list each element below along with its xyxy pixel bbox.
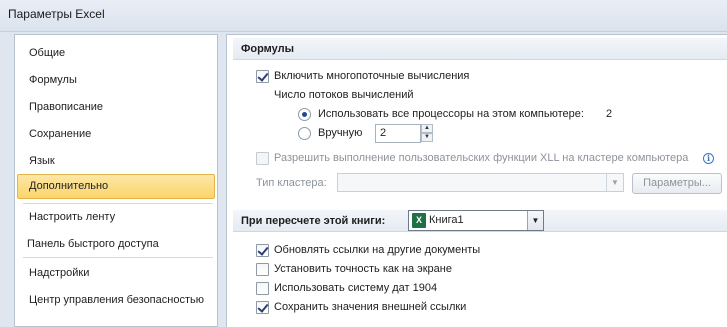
section-header-formulas: Формулы xyxy=(233,38,727,60)
window-title: Параметры Excel xyxy=(8,7,105,21)
sidebar-item-proofing[interactable]: Правописание xyxy=(17,95,215,120)
sidebar-item-label: Центр управления безопасностью xyxy=(29,294,204,306)
sidebar-item-quick-access-toolbar[interactable]: Панель быстрого доступа xyxy=(17,232,215,257)
precision-as-displayed-label: Установить точность как на экране xyxy=(274,263,452,275)
date-1904-label: Использовать систему дат 1904 xyxy=(274,282,438,294)
cluster-type-label: Тип кластера: xyxy=(256,177,327,189)
title-bar: Параметры Excel xyxy=(0,0,727,32)
excel-workbook-icon: X xyxy=(412,213,426,228)
sidebar-item-label: Общие xyxy=(29,47,66,59)
recalc-header-label: При пересчете этой книги: xyxy=(241,215,386,227)
cluster-parameters-button[interactable]: Параметры... xyxy=(632,173,722,194)
workbook-select-value: Книга1 xyxy=(429,214,464,226)
chevron-down-icon: ▼ xyxy=(527,211,543,230)
info-icon[interactable]: i xyxy=(703,153,714,164)
sidebar-item-label: Надстройки xyxy=(29,267,90,279)
sidebar-item-customize-ribbon[interactable]: Настроить ленту xyxy=(17,205,215,230)
sidebar-item-general[interactable]: Общие xyxy=(17,41,215,66)
manual-threads-radio[interactable] xyxy=(298,127,311,140)
manual-threads-label: Вручную xyxy=(318,127,363,139)
multithread-checkbox[interactable] xyxy=(256,70,269,83)
sidebar: Общие Формулы Правописание Сохранение Яз… xyxy=(14,34,218,327)
sidebar-item-trust-center[interactable]: Центр управления безопасностью xyxy=(17,288,215,313)
date-1904-checkbox[interactable] xyxy=(256,282,269,295)
spin-up-button[interactable]: ▲ xyxy=(421,124,433,133)
sidebar-divider xyxy=(23,257,213,258)
sidebar-item-label: Язык xyxy=(29,155,55,167)
use-all-processors-radio[interactable] xyxy=(298,108,311,121)
sidebar-item-label: Сохранение xyxy=(29,128,92,140)
save-external-link-values-label: Сохранить значения внешней ссылки xyxy=(274,301,467,313)
xll-cluster-checkbox[interactable] xyxy=(256,152,269,165)
chevron-down-icon: ▼ xyxy=(606,174,623,191)
sidebar-item-label: Настроить ленту xyxy=(29,211,116,223)
options-content: Формулы Включить многопоточные вычислени… xyxy=(226,34,727,327)
sidebar-item-formulas[interactable]: Формулы xyxy=(17,68,215,93)
sidebar-item-language[interactable]: Язык xyxy=(17,149,215,174)
thread-count-label: Число потоков вычислений xyxy=(274,89,414,101)
update-links-label: Обновлять ссылки на другие документы xyxy=(274,244,481,256)
xll-cluster-label: Разрешить выполнение пользовательских фу… xyxy=(274,152,689,164)
use-all-processors-label: Использовать все процессоры на этом комп… xyxy=(318,108,584,120)
sidebar-item-add-ins[interactable]: Надстройки xyxy=(17,261,215,286)
cluster-type-combo[interactable]: ▼ xyxy=(337,173,624,192)
sidebar-item-save[interactable]: Сохранение xyxy=(17,122,215,147)
sidebar-divider xyxy=(23,203,213,204)
spin-down-button[interactable]: ▼ xyxy=(421,133,433,142)
save-external-link-values-checkbox[interactable] xyxy=(256,301,269,314)
processor-count: 2 xyxy=(606,108,613,120)
manual-threads-input[interactable]: 2 xyxy=(375,124,421,143)
sidebar-item-label: Формулы xyxy=(29,74,77,86)
workbook-select[interactable]: X Книга1 ▼ xyxy=(408,210,544,231)
sidebar-item-label: Правописание xyxy=(29,101,104,113)
sidebar-item-label: Панель быстрого доступа xyxy=(27,238,159,250)
sidebar-item-advanced[interactable]: Дополнительно xyxy=(17,174,215,199)
sidebar-item-label: Дополнительно xyxy=(29,180,109,192)
precision-as-displayed-checkbox[interactable] xyxy=(256,263,269,276)
update-links-checkbox[interactable] xyxy=(256,244,269,257)
multithread-label: Включить многопоточные вычисления xyxy=(274,70,470,82)
